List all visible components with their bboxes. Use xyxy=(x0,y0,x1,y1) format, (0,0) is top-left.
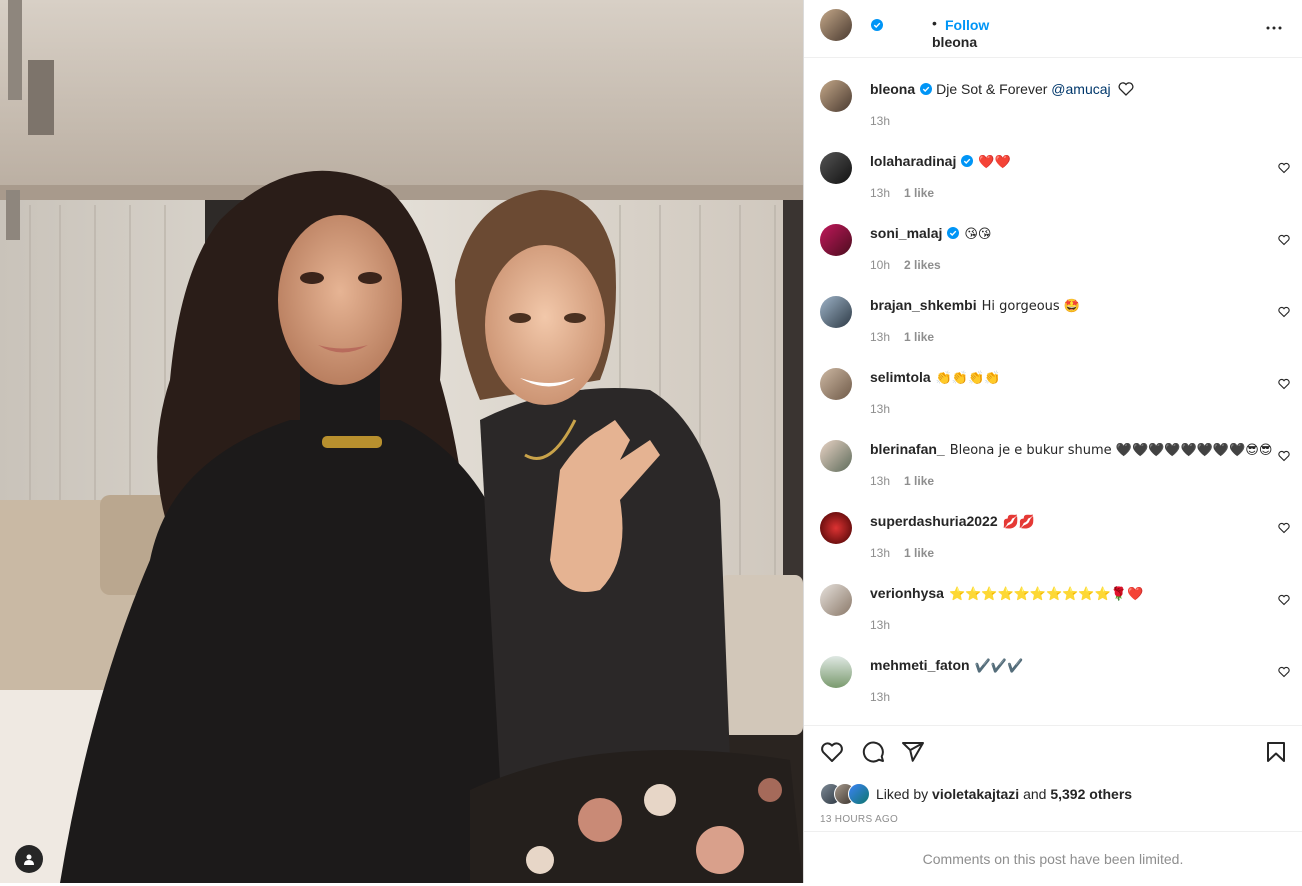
comment-username[interactable]: verionhysa xyxy=(870,585,944,601)
comment-time: 13h xyxy=(870,690,891,704)
heart-icon[interactable] xyxy=(1278,162,1290,174)
author-username-wrap: bleona xyxy=(868,17,977,50)
comment-text-line: brajan_shkembi Hi gorgeous 🤩 xyxy=(870,296,1080,316)
comment-text: Hi gorgeous 🤩 xyxy=(981,299,1080,314)
heart-icon[interactable] xyxy=(1278,594,1290,606)
follow-button[interactable]: Follow xyxy=(945,17,989,33)
caption-text: Dje Sot & Forever xyxy=(936,81,1052,97)
caption-username[interactable]: bleona xyxy=(870,81,915,97)
post-sidebar: bleona • Follow bleona Dje Sot & Forever … xyxy=(803,0,1302,883)
comment-text-line: lolaharadinaj ❤️❤️ xyxy=(870,152,1011,172)
comment-likes[interactable]: 2 likes xyxy=(904,258,941,272)
comment-username[interactable]: lolaharadinaj xyxy=(870,153,956,169)
comment-avatar[interactable] xyxy=(820,152,852,184)
comment-username[interactable]: brajan_shkembi xyxy=(870,297,977,313)
comment-text: 💋💋 xyxy=(1002,515,1035,530)
likes-summary: Liked by violetakajtazi and 5,392 others xyxy=(820,783,1132,805)
comment-username[interactable]: blerinafan_ xyxy=(870,441,945,457)
comments-list[interactable]: bleona Dje Sot & Forever @amucaj 13h lola… xyxy=(804,58,1302,724)
comments-limited-notice: Comments on this post have been limited. xyxy=(804,831,1302,884)
comment-username[interactable]: selimtola xyxy=(870,369,931,385)
comment-text-line: soni_malaj 😘😘 xyxy=(870,224,991,244)
caption-text-line: bleona Dje Sot & Forever @amucaj xyxy=(870,80,1134,98)
post-actions: Liked by violetakajtazi and 5,392 others… xyxy=(804,725,1302,832)
heart-icon[interactable] xyxy=(1278,378,1290,390)
comment-avatar[interactable] xyxy=(820,440,852,472)
comment-time: 13h xyxy=(870,402,891,416)
comment-text: 😘😘 xyxy=(964,227,992,242)
comment-username[interactable]: superdashuria2022 xyxy=(870,513,998,529)
comment-meta: 13h 1 like xyxy=(870,186,934,200)
comment-text: ✔️✔️✔️ xyxy=(974,659,1024,674)
caption-time: 13h xyxy=(870,114,891,128)
comment-likes[interactable]: 1 like xyxy=(904,546,934,560)
comment-avatar[interactable] xyxy=(820,296,852,328)
heart-icon[interactable] xyxy=(1278,522,1290,534)
comment-avatar[interactable] xyxy=(820,656,852,688)
bookmark-icon[interactable] xyxy=(1264,740,1288,764)
caption-avatar[interactable] xyxy=(820,80,852,112)
heart-icon[interactable] xyxy=(1278,306,1290,318)
comment-time: 10h xyxy=(870,258,891,272)
comment-username[interactable]: soni_malaj xyxy=(870,225,942,241)
comment-text-line: blerinafan_ Bleona je e bukur shume 🖤🖤🖤🖤🖤… xyxy=(870,440,1272,460)
more-options-icon[interactable] xyxy=(1262,16,1286,40)
likes-others[interactable]: 5,392 others xyxy=(1050,786,1132,802)
share-icon[interactable] xyxy=(901,740,925,764)
post-modal: bleona • Follow bleona Dje Sot & Forever … xyxy=(0,0,1302,883)
comment-time: 13h xyxy=(870,186,891,200)
comment-avatar[interactable] xyxy=(820,368,852,400)
comment-meta: 13h 1 like xyxy=(870,474,934,488)
post-photo[interactable] xyxy=(0,0,803,883)
comment-time: 13h xyxy=(870,330,891,344)
comment-time: 13h xyxy=(870,546,891,560)
comment-avatar[interactable] xyxy=(820,584,852,616)
author-avatar[interactable] xyxy=(820,9,852,41)
liker-avatars[interactable] xyxy=(820,783,876,805)
heart-icon[interactable] xyxy=(1278,666,1290,678)
header-separator: • xyxy=(932,15,937,31)
comment-meta: 10h 2 likes xyxy=(870,258,941,272)
likes-prefix: Liked by xyxy=(876,786,933,802)
comment-text: 👏👏👏👏 xyxy=(935,371,1001,386)
likes-user[interactable]: violetakajtazi xyxy=(932,786,1019,802)
comment-text: ⭐⭐⭐⭐⭐⭐⭐⭐⭐⭐🌹❤️ xyxy=(948,587,1144,602)
post-timestamp[interactable]: 13 HOURS AGO xyxy=(820,814,898,825)
caption-mention[interactable]: @amucaj xyxy=(1051,81,1110,97)
verified-badge-icon xyxy=(961,155,974,167)
verified-badge-icon xyxy=(871,19,883,31)
liker-avatar xyxy=(848,783,870,805)
comment-likes[interactable]: 1 like xyxy=(904,330,934,344)
comment-icon[interactable] xyxy=(861,740,885,764)
post-header: bleona • Follow xyxy=(804,0,1302,58)
comment-meta: 13h 1 like xyxy=(870,546,934,560)
comment-username[interactable]: mehmeti_faton xyxy=(870,657,970,673)
comment-text-line: verionhysa ⭐⭐⭐⭐⭐⭐⭐⭐⭐⭐🌹❤️ xyxy=(870,584,1143,604)
author-username[interactable]: bleona xyxy=(932,34,977,50)
verified-badge-icon xyxy=(947,227,960,239)
white-heart-icon xyxy=(1118,82,1133,96)
verified-badge-icon xyxy=(920,83,933,95)
comment-meta: 13h xyxy=(870,402,890,416)
post-image xyxy=(0,0,803,883)
comment-text-line: selimtola 👏👏👏👏 xyxy=(870,368,1000,388)
comment-avatar[interactable] xyxy=(820,224,852,256)
likes-middle: and xyxy=(1019,786,1051,802)
heart-icon[interactable] xyxy=(1278,450,1290,462)
comment-text-line: superdashuria2022 💋💋 xyxy=(870,512,1035,532)
comment-meta: 13h 1 like xyxy=(870,330,934,344)
comment-meta: 13h xyxy=(870,618,890,632)
user-tag-icon[interactable] xyxy=(15,845,43,873)
comment-time: 13h xyxy=(870,474,891,488)
heart-icon[interactable] xyxy=(1278,234,1290,246)
comment-meta: 13h xyxy=(870,690,890,704)
comment-text-line: mehmeti_faton ✔️✔️✔️ xyxy=(870,656,1023,676)
comment-likes[interactable]: 1 like xyxy=(904,186,934,200)
comment-text: ❤️❤️ xyxy=(978,155,1011,170)
comment-text: Bleona je e bukur shume 🖤🖤🖤🖤🖤🖤🖤🖤😎😎 xyxy=(949,443,1273,458)
comment-avatar[interactable] xyxy=(820,512,852,544)
heart-icon[interactable] xyxy=(820,740,844,764)
comment-time: 13h xyxy=(870,618,891,632)
comment-likes[interactable]: 1 like xyxy=(904,474,934,488)
